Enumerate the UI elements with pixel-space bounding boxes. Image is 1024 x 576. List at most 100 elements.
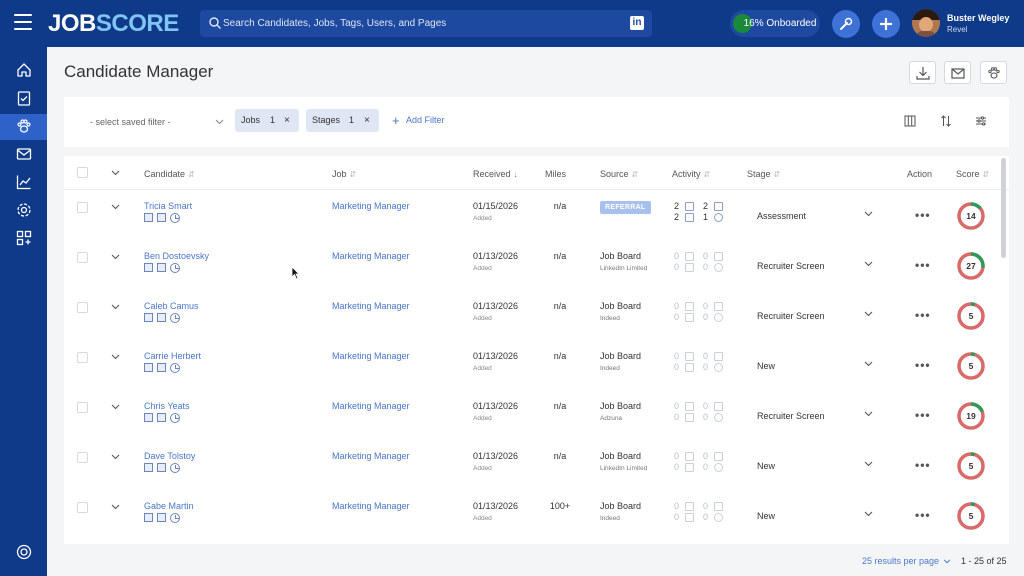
candidate-name-link[interactable]: Caleb Camus: [144, 301, 199, 311]
chevron-down-icon[interactable]: [111, 504, 120, 510]
chevron-down-icon[interactable]: [864, 311, 873, 317]
global-search[interactable]: [200, 10, 652, 37]
chevron-down-icon[interactable]: [111, 204, 120, 210]
column-header-received[interactable]: Received ↓: [473, 169, 518, 179]
profile-icon[interactable]: [157, 463, 166, 472]
candidate-name-link[interactable]: Ben Dostoevsky: [144, 251, 209, 261]
add-filter-button[interactable]: + Add Filter: [392, 109, 445, 132]
per-page-select[interactable]: 25 results per page: [862, 556, 951, 566]
table-row[interactable]: Gabe Martin Marketing Manager 01/13/2026…: [64, 492, 1009, 542]
clock-icon[interactable]: [170, 363, 180, 373]
candidate-name-link[interactable]: Gabe Martin: [144, 501, 194, 511]
job-link[interactable]: Marketing Manager: [332, 401, 410, 411]
resume-icon[interactable]: [144, 413, 153, 422]
linkedin-icon[interactable]: in: [630, 16, 644, 30]
search-input[interactable]: [223, 10, 623, 37]
row-actions-menu[interactable]: •••: [915, 458, 931, 472]
candidate-name-link[interactable]: Tricia Smart: [144, 201, 192, 211]
table-row[interactable]: Carrie Herbert Marketing Manager 01/13/2…: [64, 342, 1009, 392]
email-button[interactable]: [944, 61, 971, 84]
chevron-down-icon[interactable]: [111, 170, 120, 176]
column-header-job[interactable]: Job ⇵: [332, 169, 356, 179]
score-ring[interactable]: 5: [956, 351, 986, 381]
score-ring[interactable]: 27: [956, 251, 986, 281]
score-ring[interactable]: 5: [956, 451, 986, 481]
activity-counts[interactable]: 0 0 0 0: [674, 351, 724, 373]
stage-select[interactable]: Recruiter Screen: [757, 311, 825, 321]
activity-counts[interactable]: 0 0 0 0: [674, 451, 724, 473]
table-row[interactable]: Chris Yeats Marketing Manager 01/13/2026…: [64, 392, 1009, 442]
profile-icon[interactable]: [157, 263, 166, 272]
chart-icon[interactable]: [15, 173, 33, 191]
candidate-name-link[interactable]: Carrie Herbert: [144, 351, 201, 361]
row-actions-menu[interactable]: •••: [915, 208, 931, 222]
saved-filter-select[interactable]: - select saved filter -: [84, 111, 224, 133]
row-checkbox[interactable]: [77, 352, 88, 363]
home-icon[interactable]: [15, 61, 33, 79]
download-button[interactable]: [909, 61, 936, 84]
table-row[interactable]: Dave Tolstoy Marketing Manager 01/13/202…: [64, 442, 1009, 492]
table-row[interactable]: Tricia Smart Marketing Manager 01/15/202…: [64, 192, 1009, 242]
clock-icon[interactable]: [170, 313, 180, 323]
score-ring[interactable]: 14: [956, 201, 986, 231]
profile-icon[interactable]: [157, 313, 166, 322]
profile-icon[interactable]: [157, 213, 166, 222]
jobscore-logo[interactable]: JOBSCORE: [48, 10, 179, 37]
clock-icon[interactable]: [170, 463, 180, 473]
row-checkbox[interactable]: [77, 502, 88, 513]
score-ring[interactable]: 5: [956, 301, 986, 331]
stage-select[interactable]: New: [757, 361, 775, 371]
activity-counts[interactable]: 0 0 0 0: [674, 251, 724, 273]
add-new-button[interactable]: [872, 10, 900, 38]
resume-icon[interactable]: [144, 463, 153, 472]
chevron-down-icon[interactable]: [864, 461, 873, 467]
row-actions-menu[interactable]: •••: [915, 258, 931, 272]
resume-icon[interactable]: [144, 363, 153, 372]
clock-icon[interactable]: [170, 263, 180, 273]
row-checkbox[interactable]: [77, 402, 88, 413]
job-link[interactable]: Marketing Manager: [332, 301, 410, 311]
row-actions-menu[interactable]: •••: [915, 408, 931, 422]
remove-filter-icon[interactable]: ×: [284, 109, 290, 132]
column-header-candidate[interactable]: Candidate ⇵: [144, 169, 195, 179]
sort-icon[interactable]: [940, 115, 952, 127]
resume-icon[interactable]: [144, 213, 153, 222]
profile-icon[interactable]: [157, 513, 166, 522]
profile-icon[interactable]: [157, 413, 166, 422]
onboarded-progress[interactable]: 16% Onboarded: [730, 10, 820, 37]
filter-chip-jobs[interactable]: Jobs 1 ×: [235, 109, 299, 132]
stage-select[interactable]: Assessment: [757, 211, 806, 221]
column-header-miles[interactable]: Miles: [545, 169, 566, 179]
clock-icon[interactable]: [170, 413, 180, 423]
job-link[interactable]: Marketing Manager: [332, 251, 410, 261]
row-actions-menu[interactable]: •••: [915, 358, 931, 372]
select-all-checkbox[interactable]: [77, 167, 88, 178]
filter-chip-stages[interactable]: Stages 1 ×: [306, 109, 379, 132]
row-actions-menu[interactable]: •••: [915, 308, 931, 322]
clock-icon[interactable]: [170, 213, 180, 223]
paw-action-button[interactable]: [980, 61, 1007, 84]
job-link[interactable]: Marketing Manager: [332, 501, 410, 511]
chevron-down-icon[interactable]: [864, 511, 873, 517]
user-name[interactable]: Buster Wegley: [947, 13, 1009, 23]
row-actions-menu[interactable]: •••: [915, 508, 931, 522]
tools-button[interactable]: [832, 10, 860, 38]
column-header-activity[interactable]: Activity ⇵: [672, 169, 710, 179]
profile-icon[interactable]: [157, 363, 166, 372]
mail-icon[interactable]: [15, 145, 33, 163]
clipboard-check-icon[interactable]: [15, 89, 33, 107]
chevron-down-icon[interactable]: [111, 254, 120, 260]
sliders-icon[interactable]: [975, 115, 987, 127]
chevron-down-icon[interactable]: [111, 454, 120, 460]
clock-icon[interactable]: [170, 513, 180, 523]
candidate-name-link[interactable]: Dave Tolstoy: [144, 451, 195, 461]
job-link[interactable]: Marketing Manager: [332, 351, 410, 361]
resume-icon[interactable]: [144, 313, 153, 322]
row-checkbox[interactable]: [77, 302, 88, 313]
user-avatar[interactable]: [912, 9, 940, 37]
column-header-score[interactable]: Score ⇵: [956, 169, 989, 179]
table-row[interactable]: Caleb Camus Marketing Manager 01/13/2026…: [64, 292, 1009, 342]
activity-counts[interactable]: 0 0 0 0: [674, 501, 724, 523]
row-checkbox[interactable]: [77, 452, 88, 463]
activity-counts[interactable]: 0 0 0 0: [674, 401, 724, 423]
